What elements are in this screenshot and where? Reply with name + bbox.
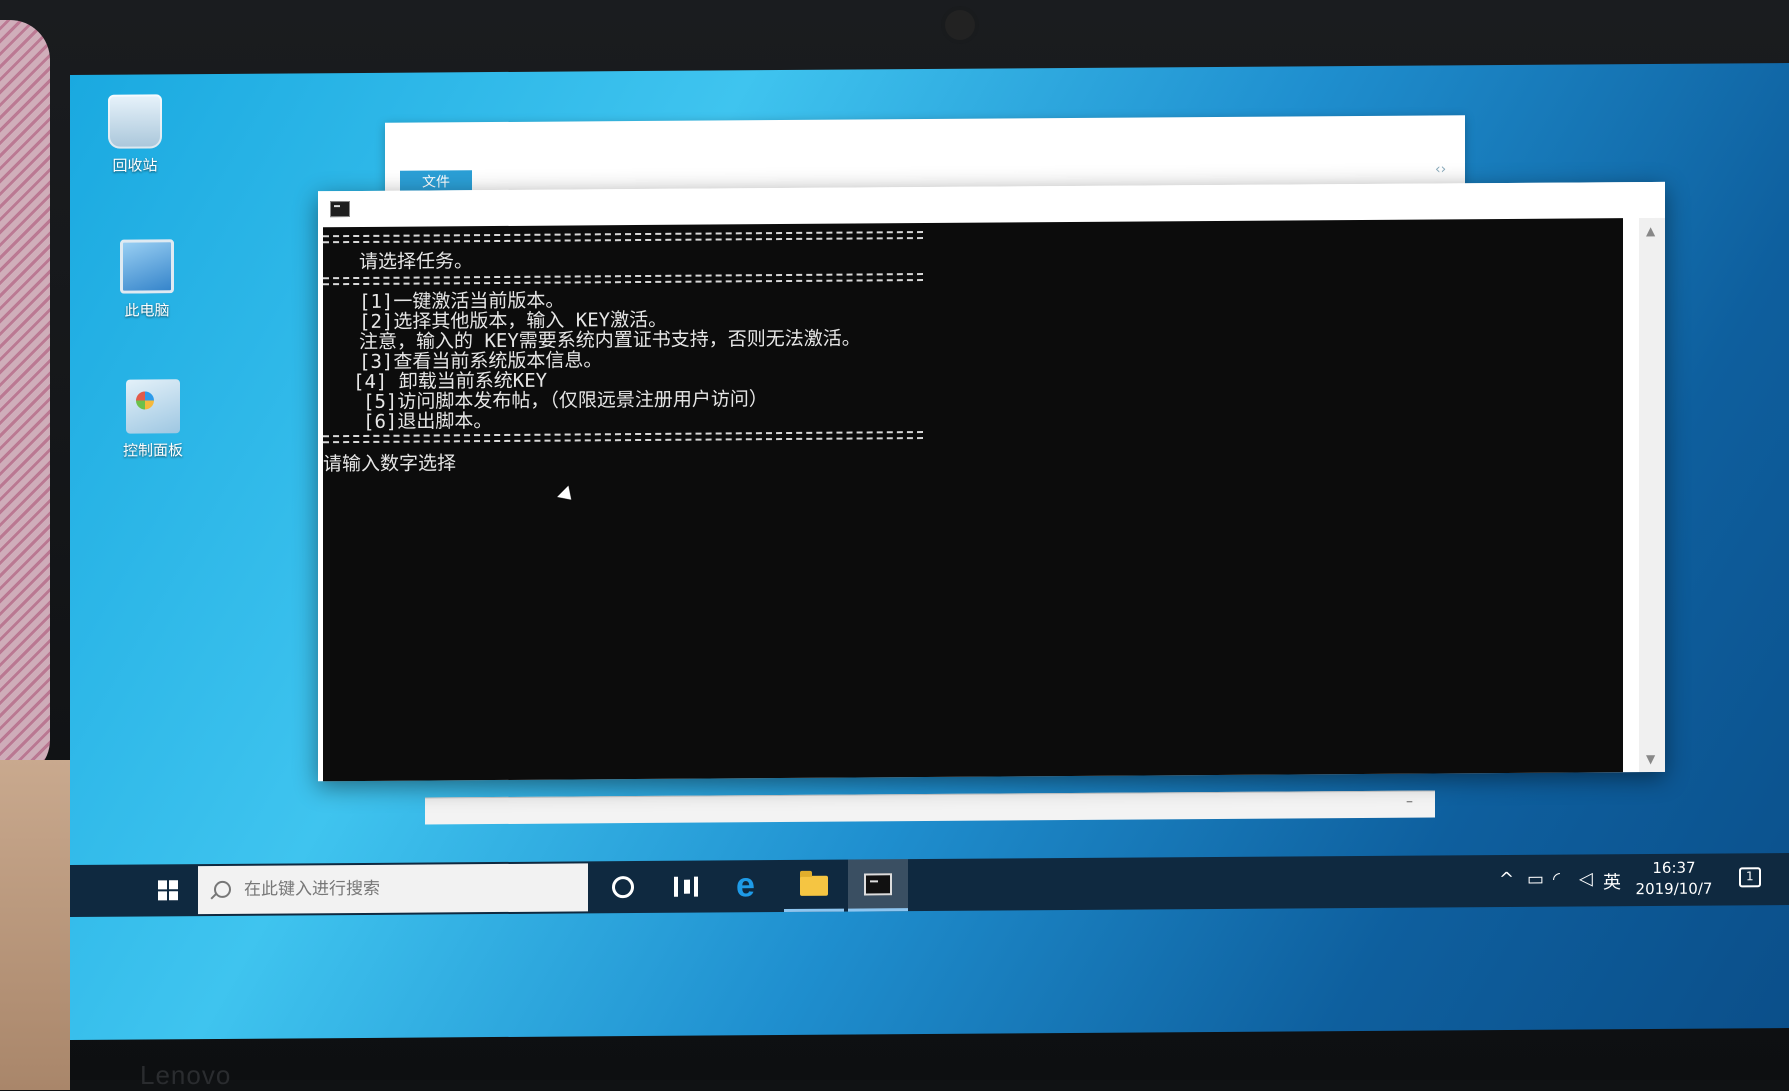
brand-logo: Lenovo bbox=[140, 1060, 232, 1090]
webcam bbox=[945, 10, 975, 40]
console-output[interactable]: 请选择任务。 [1]一键激活当前版本。 [2]选择其他版本，输入 KEY激活。 … bbox=[323, 218, 1623, 782]
chevron-up-icon[interactable]: ^ bbox=[1499, 869, 1514, 890]
desktop-icon-this-pc[interactable]: 此电脑 bbox=[92, 239, 202, 321]
desktop-icon-label: 控制面板 bbox=[122, 441, 183, 460]
desktop-icon-label: 回收站 bbox=[112, 156, 158, 175]
divider bbox=[323, 431, 923, 444]
scrollbar[interactable]: ▲ ▼ bbox=[1639, 217, 1665, 773]
start-button[interactable] bbox=[136, 864, 198, 916]
battery-icon[interactable]: ▭ bbox=[1527, 869, 1544, 890]
cmd-taskbar-button[interactable] bbox=[848, 859, 908, 912]
desktop: 回收站 此电脑 控制面板 文件 ‹› – 请选择任务。 [1]一键激活当前版本。… bbox=[70, 62, 1789, 1041]
notification-center-icon[interactable]: 1 bbox=[1739, 867, 1761, 888]
search-icon bbox=[214, 880, 231, 898]
task-view-button[interactable] bbox=[656, 860, 716, 912]
scroll-up-icon[interactable]: ▲ bbox=[1646, 224, 1655, 238]
control-panel-icon bbox=[126, 379, 180, 434]
divider bbox=[323, 231, 923, 244]
scroll-down-icon[interactable]: ▼ bbox=[1646, 752, 1655, 766]
menu-option-6: [6]退出脚本。 bbox=[363, 410, 493, 433]
desk-surface bbox=[0, 760, 70, 1090]
notification-count: 1 bbox=[1746, 869, 1754, 884]
edge-icon: e bbox=[736, 866, 755, 905]
cmd-icon bbox=[864, 873, 892, 896]
menu-note: 注意，输入的 KEY需要系统内置证书支持，否则无法激活。 bbox=[359, 327, 861, 353]
task-view-icon bbox=[674, 876, 698, 897]
desktop-icon-recycle-bin[interactable]: 回收站 bbox=[80, 94, 190, 176]
search-placeholder: 在此键入进行搜索 bbox=[244, 878, 380, 900]
clock[interactable]: 16:37 2019/10/7 bbox=[1629, 857, 1719, 900]
file-explorer-button[interactable] bbox=[784, 859, 844, 913]
computer-icon bbox=[120, 239, 174, 294]
cmd-icon bbox=[330, 201, 350, 218]
divider bbox=[323, 273, 923, 286]
minimize-icon[interactable]: – bbox=[1406, 794, 1413, 810]
edge-button[interactable]: e bbox=[720, 860, 780, 912]
system-tray: ^ ▭ ◜ ◁ 英 16:37 2019/10/7 1 bbox=[1489, 853, 1789, 907]
wifi-icon[interactable]: ◜ bbox=[1553, 869, 1560, 890]
taskbar: 在此键入进行搜索 e ^ ▭ ◜ ◁ 英 16:37 2019/10/7 1 bbox=[70, 852, 1789, 917]
file-explorer-icon bbox=[800, 875, 828, 896]
ime-indicator[interactable]: 英 bbox=[1603, 868, 1621, 894]
windows-logo-icon bbox=[158, 880, 178, 901]
search-box[interactable]: 在此键入进行搜索 bbox=[198, 863, 588, 915]
background-window-statusbar: – bbox=[425, 790, 1435, 825]
volume-icon[interactable]: ◁ bbox=[1579, 868, 1593, 889]
expand-ribbon-icon[interactable]: ‹› bbox=[1435, 161, 1449, 177]
cortana-icon bbox=[612, 876, 634, 899]
clock-time: 16:37 bbox=[1652, 858, 1696, 877]
cmd-window[interactable]: 请选择任务。 [1]一键激活当前版本。 [2]选择其他版本，输入 KEY激活。 … bbox=[318, 181, 1665, 782]
console-title-line: 请选择任务。 bbox=[359, 250, 474, 273]
input-prompt: 请输入数字选择 bbox=[323, 452, 457, 476]
menu-option-5: [5]访问脚本发布帖，（仅限远景注册用户访问） bbox=[363, 388, 768, 413]
desk-fan bbox=[0, 20, 50, 780]
mouse-pointer-icon bbox=[557, 485, 577, 506]
clock-date: 2019/10/7 bbox=[1635, 879, 1713, 899]
cortana-button[interactable] bbox=[592, 861, 652, 913]
desktop-icon-label: 此电脑 bbox=[124, 301, 170, 320]
desktop-icon-control-panel[interactable]: 控制面板 bbox=[98, 379, 208, 461]
recycle-bin-icon bbox=[108, 94, 162, 149]
